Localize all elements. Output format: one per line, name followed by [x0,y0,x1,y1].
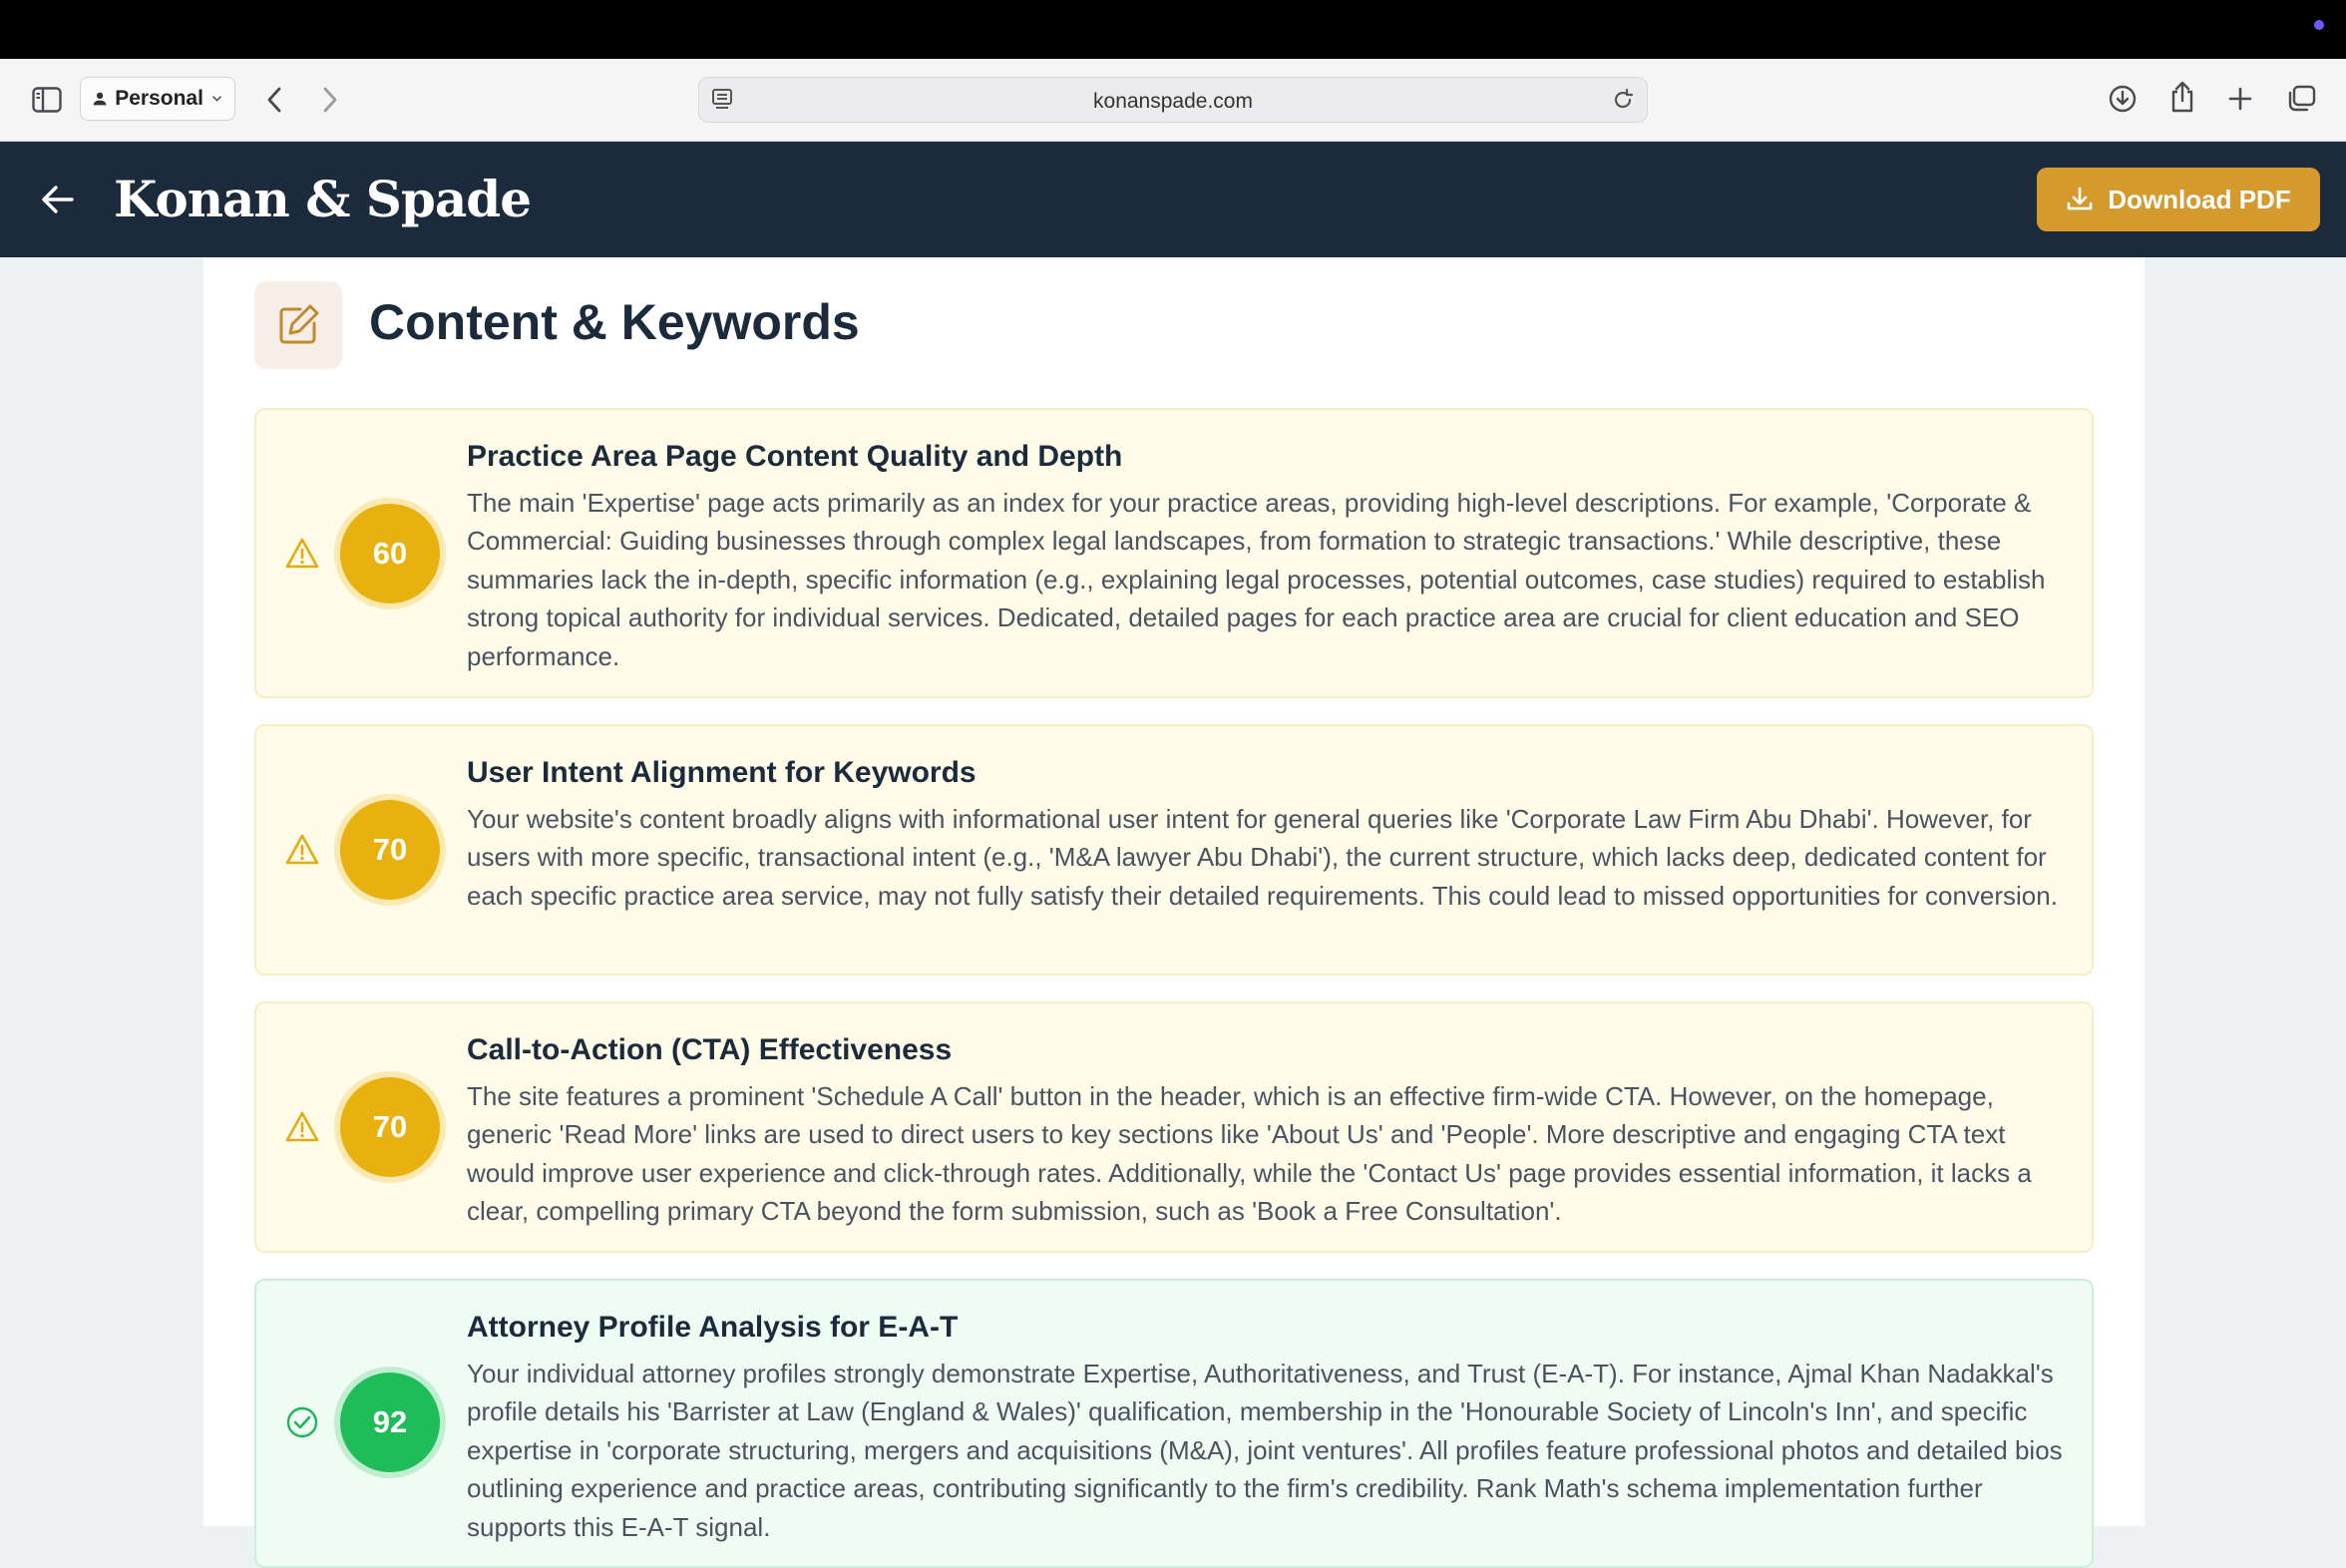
check-circle-icon [286,1406,318,1438]
download-pdf-button[interactable]: Download PDF [2037,168,2320,231]
profile-switcher[interactable]: Personal [80,77,235,121]
report-panel: Content & Keywords 60 Practice Area Page… [203,257,2145,1568]
edit-icon [254,281,342,369]
audit-item-card: 92 Attorney Profile Analysis for E-A-T Y… [254,1279,2094,1568]
downloads-icon[interactable] [2107,83,2139,115]
score-badge: 70 [340,800,440,900]
warning-triangle-icon [285,1111,319,1142]
tab-overview-icon[interactable] [2284,83,2318,115]
app-header: Konan & Spade Download PDF [0,142,2346,257]
url-text: konanspade.com [1093,90,1253,113]
item-description: Your website's content broadly aligns wi… [467,804,2058,911]
item-title: User Intent Alignment for Keywords [467,756,977,789]
item-title: Practice Area Page Content Quality and D… [467,440,1123,473]
section-title: Content & Keywords [369,294,860,350]
score-badge: 92 [340,1372,440,1472]
item-description: Your individual attorney profiles strong… [467,1359,2063,1542]
score-badge: 70 [340,1077,440,1177]
warning-triangle-icon [285,538,319,569]
back-nav-icon[interactable] [261,83,287,117]
item-description: The main 'Expertise' page acts primarily… [467,488,2046,671]
audit-item-card: 70 User Intent Alignment for Keywords Yo… [254,724,2094,976]
forward-nav-icon[interactable] [317,83,343,117]
item-description: The site features a prominent 'Schedule … [467,1081,2032,1227]
item-title: Attorney Profile Analysis for E-A-T [467,1311,959,1344]
audit-item-card: 60 Practice Area Page Content Quality an… [254,408,2094,698]
reload-icon[interactable] [1611,88,1635,112]
audit-item-card: 70 Call-to-Action (CTA) Effectiveness Th… [254,1001,2094,1253]
sidebar-toggle-icon[interactable] [30,85,64,115]
new-tab-icon[interactable] [2224,83,2256,115]
profile-label: Personal [115,87,203,110]
download-pdf-label: Download PDF [2108,184,2291,214]
person-icon [93,92,107,106]
brand-logo: Konan & Spade [114,170,532,228]
download-icon [2067,187,2093,210]
score-badge: 60 [340,504,440,603]
browser-toolbar: Personal konanspade.com [0,59,2346,142]
system-top-bar [0,0,2346,59]
share-icon[interactable] [2166,79,2198,115]
item-title: Call-to-Action (CTA) Effectiveness [467,1033,953,1066]
warning-triangle-icon [285,834,319,865]
status-dot [2314,20,2324,30]
back-arrow-icon[interactable] [38,180,78,224]
address-bar[interactable]: konanspade.com [698,77,1648,123]
chevron-down-icon [211,96,221,102]
